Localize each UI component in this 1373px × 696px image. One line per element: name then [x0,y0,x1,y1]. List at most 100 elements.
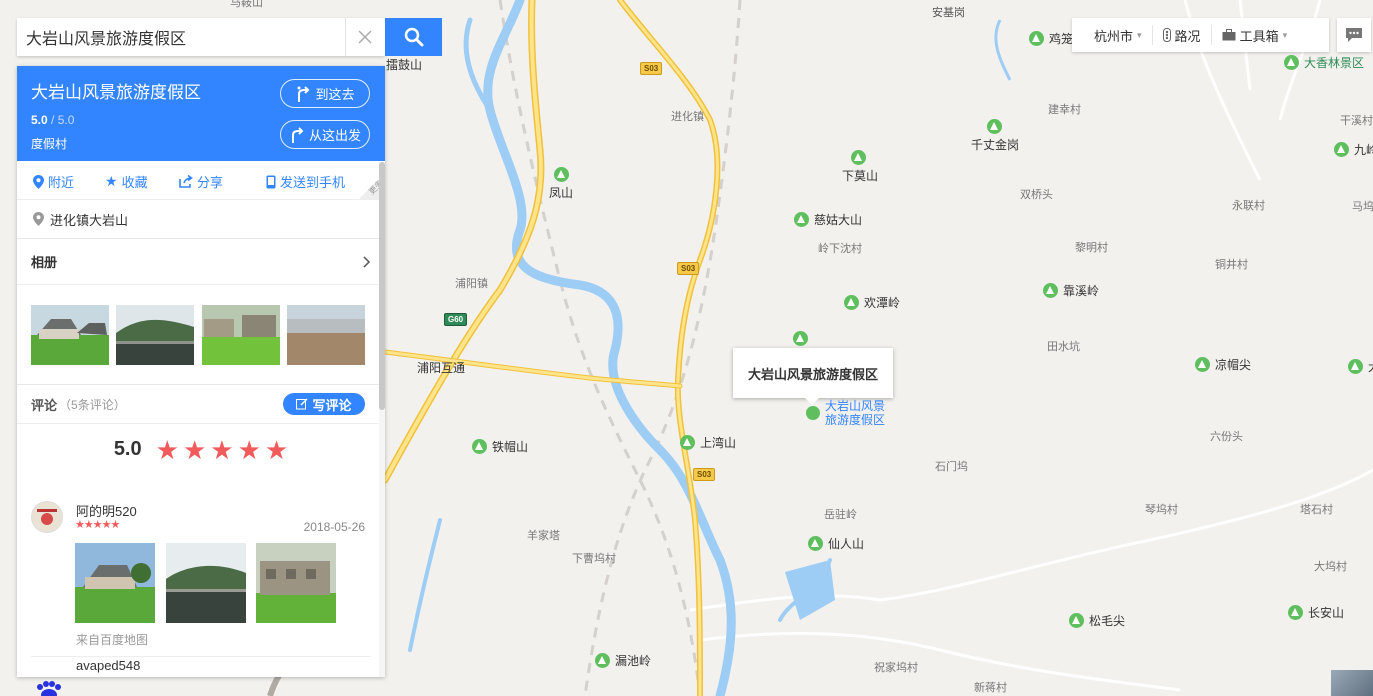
search-button[interactable] [385,18,442,56]
clear-icon[interactable] [345,18,383,56]
from-here-button[interactable]: 从这出发 [280,120,370,149]
album-header[interactable]: 相册 [17,239,385,285]
chevron-down-icon: ▾ [1137,29,1142,40]
poi-fengshan-label: 凤山 [549,186,574,200]
road-shield-s03: S03 [677,262,700,275]
review-date: 2018-05-26 [303,520,365,534]
search-icon [404,27,423,47]
star-icon: ★ [105,173,118,189]
poi-east[interactable]: 大 [1348,358,1373,375]
village-label: 马坞 [1352,201,1373,213]
review-photo[interactable] [75,543,155,623]
share-button[interactable]: 分享 [179,172,223,191]
star-icon: ★ [237,434,261,465]
location-pin-icon [33,212,44,226]
village-label: 六份头 [1210,431,1243,443]
avatar[interactable] [31,501,63,533]
satellite-view-toggle[interactable] [1331,670,1373,696]
panel-scrollbar-thumb[interactable] [379,162,385,410]
poi-unnamed[interactable] [793,331,808,346]
rating-stars: ★ ★ ★ ★ ★ [156,437,289,463]
village-label: 岭下沈村 [818,243,862,255]
share-icon [179,175,193,188]
village-label: 下曹坞村 [572,553,616,565]
mountain-icon [1288,605,1303,620]
village-label: 田水坑 [1047,341,1080,353]
toolbox-button[interactable]: 工具箱 ▾ [1212,25,1298,45]
baidu-paw-icon[interactable] [35,681,63,696]
poi-shangwanshan[interactable]: 上湾山 [680,434,736,451]
poi-xianrenshan[interactable]: 仙人山 [808,535,864,552]
go-here-button[interactable]: 到这去 [280,79,370,108]
poi-changanshan[interactable]: 长安山 [1288,604,1344,621]
city-selector[interactable]: 杭州市 ▾ [1072,25,1153,45]
road-shield-s03: S03 [693,468,716,481]
review-username[interactable]: avaped548 [76,658,140,673]
village-label: 塔石村 [1300,504,1333,516]
poi-kaoxiling[interactable]: 靠溪岭 [1043,282,1099,299]
village-label: 浦阳互通 [417,361,466,375]
nearby-button[interactable]: 附近 [33,172,74,191]
mountain-icon [987,119,1002,134]
place-detail-panel: 大岩山风景旅游度假区 5.0 / 5.0 度假村 到这去 从这出发 附近 ★ 收… [17,66,385,677]
poi-jilong[interactable]: 鸡笼 [1029,30,1073,47]
message-button[interactable] [1337,18,1371,52]
village-label: 黎明村 [1075,242,1108,254]
star-icon: ★ [264,434,289,465]
star-icon: ★ [155,434,179,465]
mountain-icon [472,439,487,454]
review-photo[interactable] [166,543,246,623]
review-photo[interactable] [256,543,336,623]
village-label: 进化镇 [671,111,704,123]
poi-huantanling[interactable]: 欢潭岭 [844,294,900,311]
road-shield-g60: G60 [444,313,468,326]
mountain-icon [680,435,695,450]
poi-songmaojian[interactable]: 松毛尖 [1069,612,1125,629]
village-label: 马鞍山 [230,0,263,9]
map-place-tooltip[interactable]: 大岩山风景旅游度假区 [733,348,893,405]
overall-rating: 5.0 ★ ★ ★ ★ ★ [17,423,385,475]
poi-ciguda[interactable]: 慈姑大山 [794,211,862,228]
mountain-icon [1029,31,1044,46]
village-label: 安基岗 [932,7,965,19]
road-shield-s03: S03 [640,62,663,75]
poi-fengshan[interactable] [554,167,569,182]
poi-qianzhangjingang[interactable] [987,119,1002,134]
address-row: 进化镇大岩山 [17,200,385,239]
send-to-phone-button[interactable]: 发送到手机 [266,172,345,191]
village-label: 大坞村 [1314,561,1347,573]
poi-daxianglin[interactable]: 大香林景区 [1284,54,1364,71]
favorite-button[interactable]: ★ 收藏 [105,172,148,191]
poi-louchiling[interactable]: 漏池岭 [595,652,651,669]
poi-xiamoshan[interactable] [851,150,866,165]
overall-score: 5.0 [113,438,142,460]
write-comment-button[interactable]: 写评论 [283,393,365,415]
village-label: 永联村 [1232,200,1265,212]
village-label: 祝家坞村 [874,662,918,674]
poi-tiemaoshan[interactable]: 铁帽山 [472,438,528,455]
village-label: 铜井村 [1215,259,1248,271]
review-stars: ★★★★★ [75,519,120,531]
mountain-icon [1069,613,1084,628]
star-icon: ★ [182,434,207,465]
village-label: 建幸村 [1048,104,1081,116]
selected-place-marker [806,406,820,420]
album-photo[interactable] [287,305,365,365]
album-photo[interactable] [116,305,194,365]
selected-place-label[interactable]: 大岩山风景 旅游度假区 [825,399,885,427]
poi-liangmaojian[interactable]: 凉帽尖 [1195,356,1251,373]
album-photo[interactable] [202,305,280,365]
place-header: 大岩山风景旅游度假区 5.0 / 5.0 度假村 到这去 从这出发 [17,66,385,161]
mountain-icon [1334,142,1349,157]
mountain-icon [595,653,610,668]
poi-jiuling[interactable]: 九岭 [1334,141,1373,158]
album-photo[interactable] [31,305,109,365]
map-toolbar: 杭州市 ▾ 路况 工具箱 ▾ [1072,18,1329,52]
route-icon [297,85,310,102]
chevron-right-icon [363,255,371,268]
poi-qianzhangjingang-label: 千丈金岗 [971,138,1020,152]
mountain-icon [1195,357,1210,372]
search-input[interactable] [17,19,345,55]
traffic-button[interactable]: 路况 [1153,25,1212,45]
village-label: 岳驻岭 [824,509,857,521]
